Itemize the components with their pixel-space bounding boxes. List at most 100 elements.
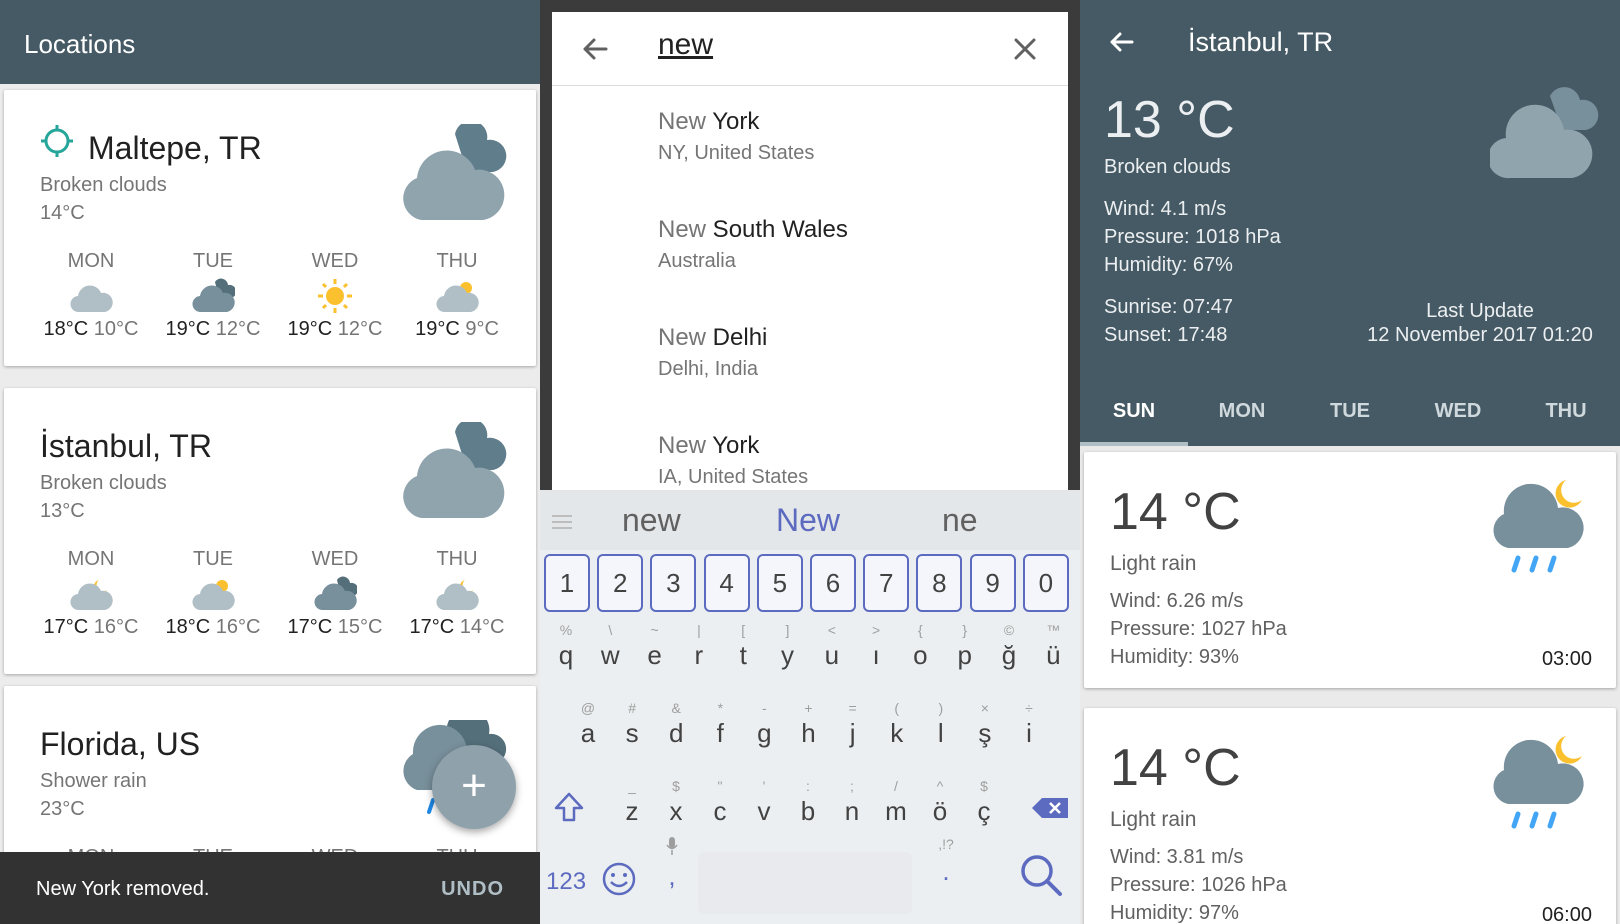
key-q[interactable]: % q bbox=[544, 620, 588, 686]
undo-button[interactable]: UNDO bbox=[441, 878, 504, 901]
forecast-temps: 19°C 12°C bbox=[165, 318, 261, 340]
key-y[interactable]: ] y bbox=[766, 620, 810, 686]
backspace-icon[interactable] bbox=[1030, 796, 1070, 820]
key-x[interactable]: $ x bbox=[654, 776, 698, 842]
key-ç[interactable]: $ ç bbox=[962, 776, 1006, 842]
hourly-card: 14 °C Light rain Wind: 3.81 m/s Pressure… bbox=[1084, 708, 1616, 924]
key-s[interactable]: # s bbox=[610, 698, 654, 764]
key-o[interactable]: {o bbox=[898, 620, 942, 686]
forecast-day-label: MON bbox=[67, 250, 115, 272]
number-key-4[interactable]: 4 bbox=[703, 554, 750, 612]
forecast-day: THU 17°C 14°C bbox=[402, 548, 512, 639]
search-result-item[interactable]: New York IA, United States bbox=[658, 432, 808, 489]
hourly-pressure: Pressure: 1026 hPa bbox=[1110, 874, 1287, 896]
location-card-istanbul[interactable]: İstanbul, TR Broken clouds 13°C MON 17°C… bbox=[4, 388, 536, 674]
suggestion-1[interactable]: new bbox=[622, 502, 681, 539]
humidity-value: Humidity: 67% bbox=[1104, 254, 1233, 276]
key-t[interactable]: [t bbox=[721, 620, 765, 686]
suggestion-bar: new New ne bbox=[540, 490, 1080, 550]
back-arrow-icon[interactable] bbox=[1106, 26, 1138, 58]
key-n[interactable]: ; n bbox=[830, 776, 874, 842]
forecast-day-label: THU bbox=[436, 548, 478, 570]
number-key-7[interactable]: 7 bbox=[863, 554, 910, 612]
key-g[interactable]: -g bbox=[742, 698, 786, 764]
number-key-1[interactable]: 1 bbox=[544, 554, 590, 612]
tab-tue[interactable]: TUE bbox=[1296, 392, 1404, 446]
key-e[interactable]: ~ e bbox=[633, 620, 677, 686]
key-m[interactable]: / m bbox=[874, 776, 918, 842]
space-key[interactable] bbox=[698, 852, 912, 914]
number-key-6[interactable]: 6 bbox=[810, 554, 856, 612]
comma-key[interactable]: , bbox=[650, 836, 694, 902]
key-d[interactable]: & d bbox=[654, 698, 698, 764]
key-ö[interactable]: ^ ö bbox=[918, 776, 962, 842]
symbols-key[interactable]: 123 bbox=[546, 868, 586, 896]
key-h[interactable]: + h bbox=[787, 698, 831, 764]
forecast-day-label: WED bbox=[311, 548, 359, 570]
location-city: Florida, US bbox=[40, 726, 201, 762]
search-result-item[interactable]: New South Wales Australia bbox=[658, 216, 848, 273]
add-location-button[interactable]: + bbox=[432, 745, 516, 829]
suggestion-2[interactable]: New bbox=[776, 502, 840, 539]
key-c[interactable]: " c bbox=[698, 776, 742, 842]
search-result-item[interactable]: New York NY, United States bbox=[658, 108, 814, 165]
key-w[interactable]: \ w bbox=[588, 620, 632, 686]
key-ü[interactable]: ™ ü bbox=[1031, 620, 1075, 686]
cloud-light-icon bbox=[70, 285, 113, 313]
tab-mon[interactable]: MON bbox=[1188, 392, 1296, 446]
number-key-9[interactable]: 9 bbox=[969, 554, 1016, 612]
forecast-temps: 17°C 15°C bbox=[287, 616, 383, 638]
search-result-item[interactable]: New Delhi Delhi, India bbox=[658, 324, 767, 381]
snackbar: New York removed. UNDO bbox=[0, 852, 540, 924]
menu-icon[interactable] bbox=[550, 512, 574, 532]
tab-thu[interactable]: THU bbox=[1512, 392, 1620, 446]
hourly-card: 14 °C Light rain Wind: 6.26 m/s Pressure… bbox=[1084, 452, 1616, 688]
number-key-2[interactable]: 2 bbox=[597, 554, 644, 612]
key-p[interactable]: } p bbox=[943, 620, 987, 686]
forecast-day-label: WED bbox=[311, 250, 359, 272]
search-icon[interactable] bbox=[1018, 852, 1064, 898]
tab-wed[interactable]: WED bbox=[1404, 392, 1512, 446]
key-l[interactable]: ) l bbox=[919, 698, 963, 764]
key-f[interactable]: * f bbox=[698, 698, 742, 764]
back-arrow-icon[interactable] bbox=[578, 32, 612, 66]
forecast-day: WED 19°C 12°C bbox=[280, 250, 390, 341]
day-tabs: SUN MON TUE WED THU bbox=[1080, 392, 1620, 446]
forecast-day: WED 17°C 15°C bbox=[280, 548, 390, 639]
key-r[interactable]: | r bbox=[677, 620, 721, 686]
hourly-description: Light rain bbox=[1110, 552, 1197, 575]
cloud-sun-icon bbox=[436, 282, 479, 313]
hourly-time: 03:00 bbox=[1541, 648, 1592, 670]
key-b[interactable]: :b bbox=[786, 776, 830, 842]
number-key-8[interactable]: 8 bbox=[916, 554, 963, 612]
key-ş[interactable]: × ş bbox=[963, 698, 1007, 764]
search-input[interactable] bbox=[658, 28, 958, 62]
key-v[interactable]: ' v bbox=[742, 776, 786, 842]
cloud-moon-icon bbox=[70, 580, 113, 611]
forecast-day-label: TUE bbox=[193, 548, 233, 570]
current-description: Broken clouds bbox=[1104, 156, 1231, 178]
suggestion-3[interactable]: ne bbox=[942, 502, 978, 539]
location-city: İstanbul, TR bbox=[40, 428, 212, 464]
key-u[interactable]: < u bbox=[810, 620, 854, 686]
tab-sun[interactable]: SUN bbox=[1080, 392, 1188, 446]
location-card-maltepe[interactable]: Maltepe, TR Broken clouds 14°C MON 18°C … bbox=[4, 90, 536, 366]
period-key[interactable]: ,!? . bbox=[924, 836, 968, 902]
hourly-wind: Wind: 3.81 m/s bbox=[1110, 846, 1244, 868]
emoji-icon[interactable] bbox=[600, 860, 638, 898]
key-ğ[interactable]: © ğ bbox=[987, 620, 1031, 686]
key-j[interactable]: = j bbox=[831, 698, 875, 764]
number-key-5[interactable]: 5 bbox=[756, 554, 803, 612]
shift-icon[interactable] bbox=[552, 790, 586, 824]
forecast-temps: 17°C 16°C bbox=[43, 616, 139, 638]
key-i[interactable]: ÷ i bbox=[1007, 698, 1051, 764]
key-a[interactable]: @ a bbox=[566, 698, 610, 764]
number-key-3[interactable]: 3 bbox=[650, 554, 697, 612]
key-ı[interactable]: > ı bbox=[854, 620, 898, 686]
key-z[interactable]: _ z bbox=[610, 776, 654, 842]
sun-icon bbox=[318, 279, 352, 313]
broken-clouds-icon bbox=[1490, 87, 1599, 179]
number-key-0[interactable]: 0 bbox=[1022, 554, 1069, 612]
close-icon[interactable] bbox=[1010, 34, 1040, 64]
key-k[interactable]: (k bbox=[875, 698, 919, 764]
